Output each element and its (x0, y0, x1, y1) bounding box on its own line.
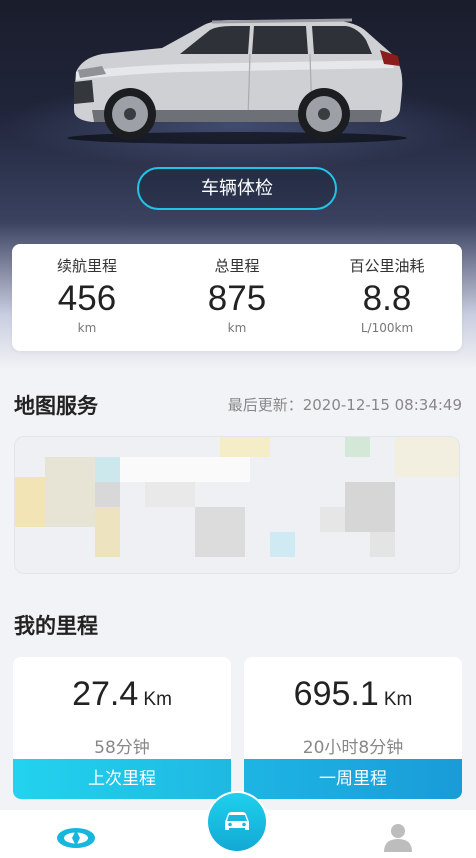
stat-value: 456 (57, 279, 117, 318)
last-trip-card[interactable]: 27.4 Km 58分钟 上次里程 (13, 657, 231, 799)
map-last-updated: 最后更新：2020-12-15 08:34:49 (227, 396, 462, 414)
stat-range: 续航里程 456 km (12, 244, 162, 351)
trip-value: 27.4 (72, 675, 139, 713)
car-image (67, 18, 407, 144)
stat-unit: km (227, 321, 247, 335)
trip-duration: 58分钟 (94, 738, 150, 758)
car-tab-button[interactable] (206, 791, 268, 853)
weekly-trip-bar[interactable]: 一周里程 (244, 759, 462, 799)
trip-distance: 27.4 Km (13, 675, 231, 717)
trip-value: 695.1 (293, 675, 379, 713)
vehicle-check-button[interactable]: 车辆体检 (137, 167, 337, 210)
trip-unit: Km (383, 689, 413, 710)
brand-logo-icon[interactable] (56, 826, 96, 850)
user-icon[interactable] (382, 822, 414, 852)
last-trip-bar[interactable]: 上次里程 (13, 759, 231, 799)
stat-label: 总里程 (214, 257, 260, 275)
stat-total-mileage: 总里程 875 km (162, 244, 312, 351)
map-section-title: 地图服务 (14, 394, 98, 418)
mileage-section-title: 我的里程 (14, 614, 98, 638)
car-icon (225, 812, 249, 830)
vehicle-stats-card: 续航里程 456 km 总里程 875 km 百公里油耗 8.8 L/100km (12, 244, 462, 351)
stat-fuel-consumption: 百公里油耗 8.8 L/100km (312, 244, 462, 351)
stat-unit: km (77, 321, 97, 335)
stat-label: 百公里油耗 (349, 257, 425, 275)
trip-unit: Km (143, 689, 172, 710)
car-tab-circle (208, 793, 266, 851)
weekly-trip-card[interactable]: 695.1 Km 20小时8分钟 一周里程 (244, 657, 462, 799)
trip-duration: 20小时8分钟 (302, 738, 404, 758)
trip-distance: 695.1 Km (244, 675, 462, 717)
map-view[interactable] (14, 436, 460, 574)
stat-label: 续航里程 (56, 257, 117, 275)
stat-unit: L/100km (360, 321, 414, 335)
stat-value: 875 (207, 279, 267, 318)
stat-value: 8.8 (362, 279, 412, 318)
